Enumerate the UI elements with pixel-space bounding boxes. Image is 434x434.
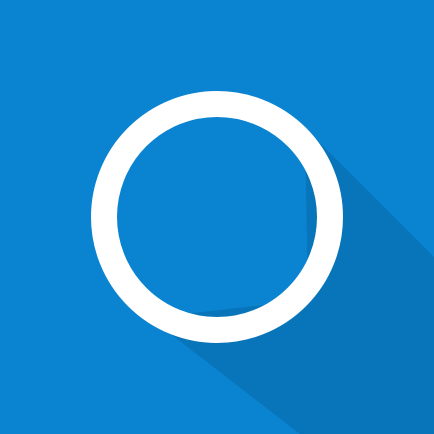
app-icon-tile — [0, 0, 434, 434]
circle-ring-icon — [91, 91, 343, 343]
